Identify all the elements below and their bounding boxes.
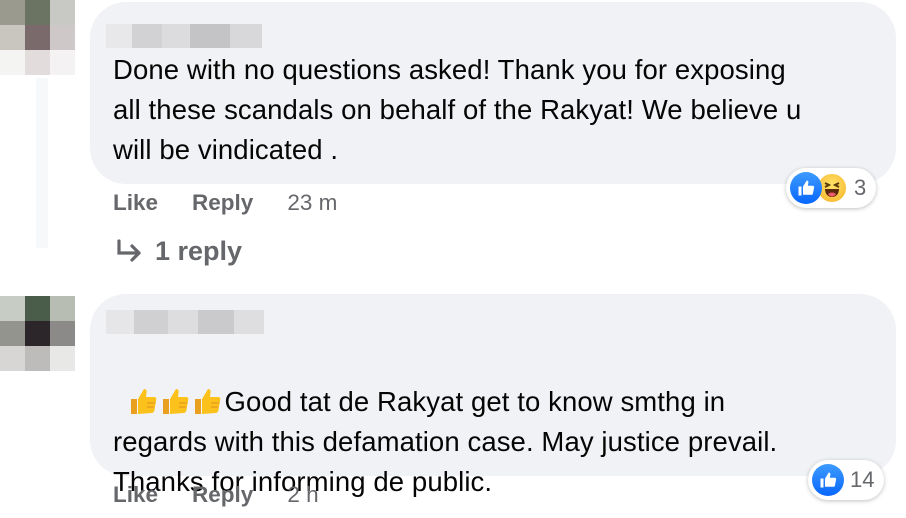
commenter-name-redacted[interactable] bbox=[106, 310, 264, 334]
thread-line bbox=[36, 78, 48, 248]
reply-arrow-icon bbox=[117, 238, 141, 262]
like-button[interactable]: Like bbox=[113, 482, 158, 508]
reaction-count: 14 bbox=[850, 467, 875, 492]
avatar[interactable] bbox=[0, 0, 75, 75]
reply-button[interactable]: Reply bbox=[192, 482, 253, 508]
replies-count-label: 1 reply bbox=[155, 236, 243, 266]
like-icon bbox=[812, 464, 844, 496]
avatar[interactable] bbox=[0, 296, 75, 371]
thumbs-up-emoji bbox=[160, 386, 190, 416]
thumbs-up-emoji bbox=[192, 386, 222, 416]
comment-actions: Like Reply 2 h bbox=[113, 482, 319, 508]
comment-text: Good tat de Rakyat get to know smthg in … bbox=[113, 342, 777, 502]
view-replies-link[interactable]: 1 reply bbox=[115, 236, 242, 267]
timestamp[interactable]: 2 h bbox=[287, 482, 318, 508]
thumbs-up-emoji bbox=[128, 386, 158, 416]
reply-button[interactable]: Reply bbox=[192, 190, 253, 216]
comment-text-line1: Good tat de Rakyat get to know smthg in bbox=[224, 386, 726, 417]
like-button[interactable]: Like bbox=[113, 190, 158, 216]
comment-actions: Like Reply 23 m bbox=[113, 190, 337, 216]
like-icon bbox=[790, 172, 822, 204]
reaction-summary[interactable]: 14 bbox=[808, 460, 885, 500]
reaction-count: 3 bbox=[854, 175, 867, 200]
commenter-name-redacted[interactable] bbox=[106, 24, 262, 48]
comment-text: Done with no questions asked! Thank you … bbox=[113, 54, 802, 165]
reaction-summary[interactable]: 3 bbox=[786, 168, 877, 208]
timestamp[interactable]: 23 m bbox=[287, 190, 337, 216]
